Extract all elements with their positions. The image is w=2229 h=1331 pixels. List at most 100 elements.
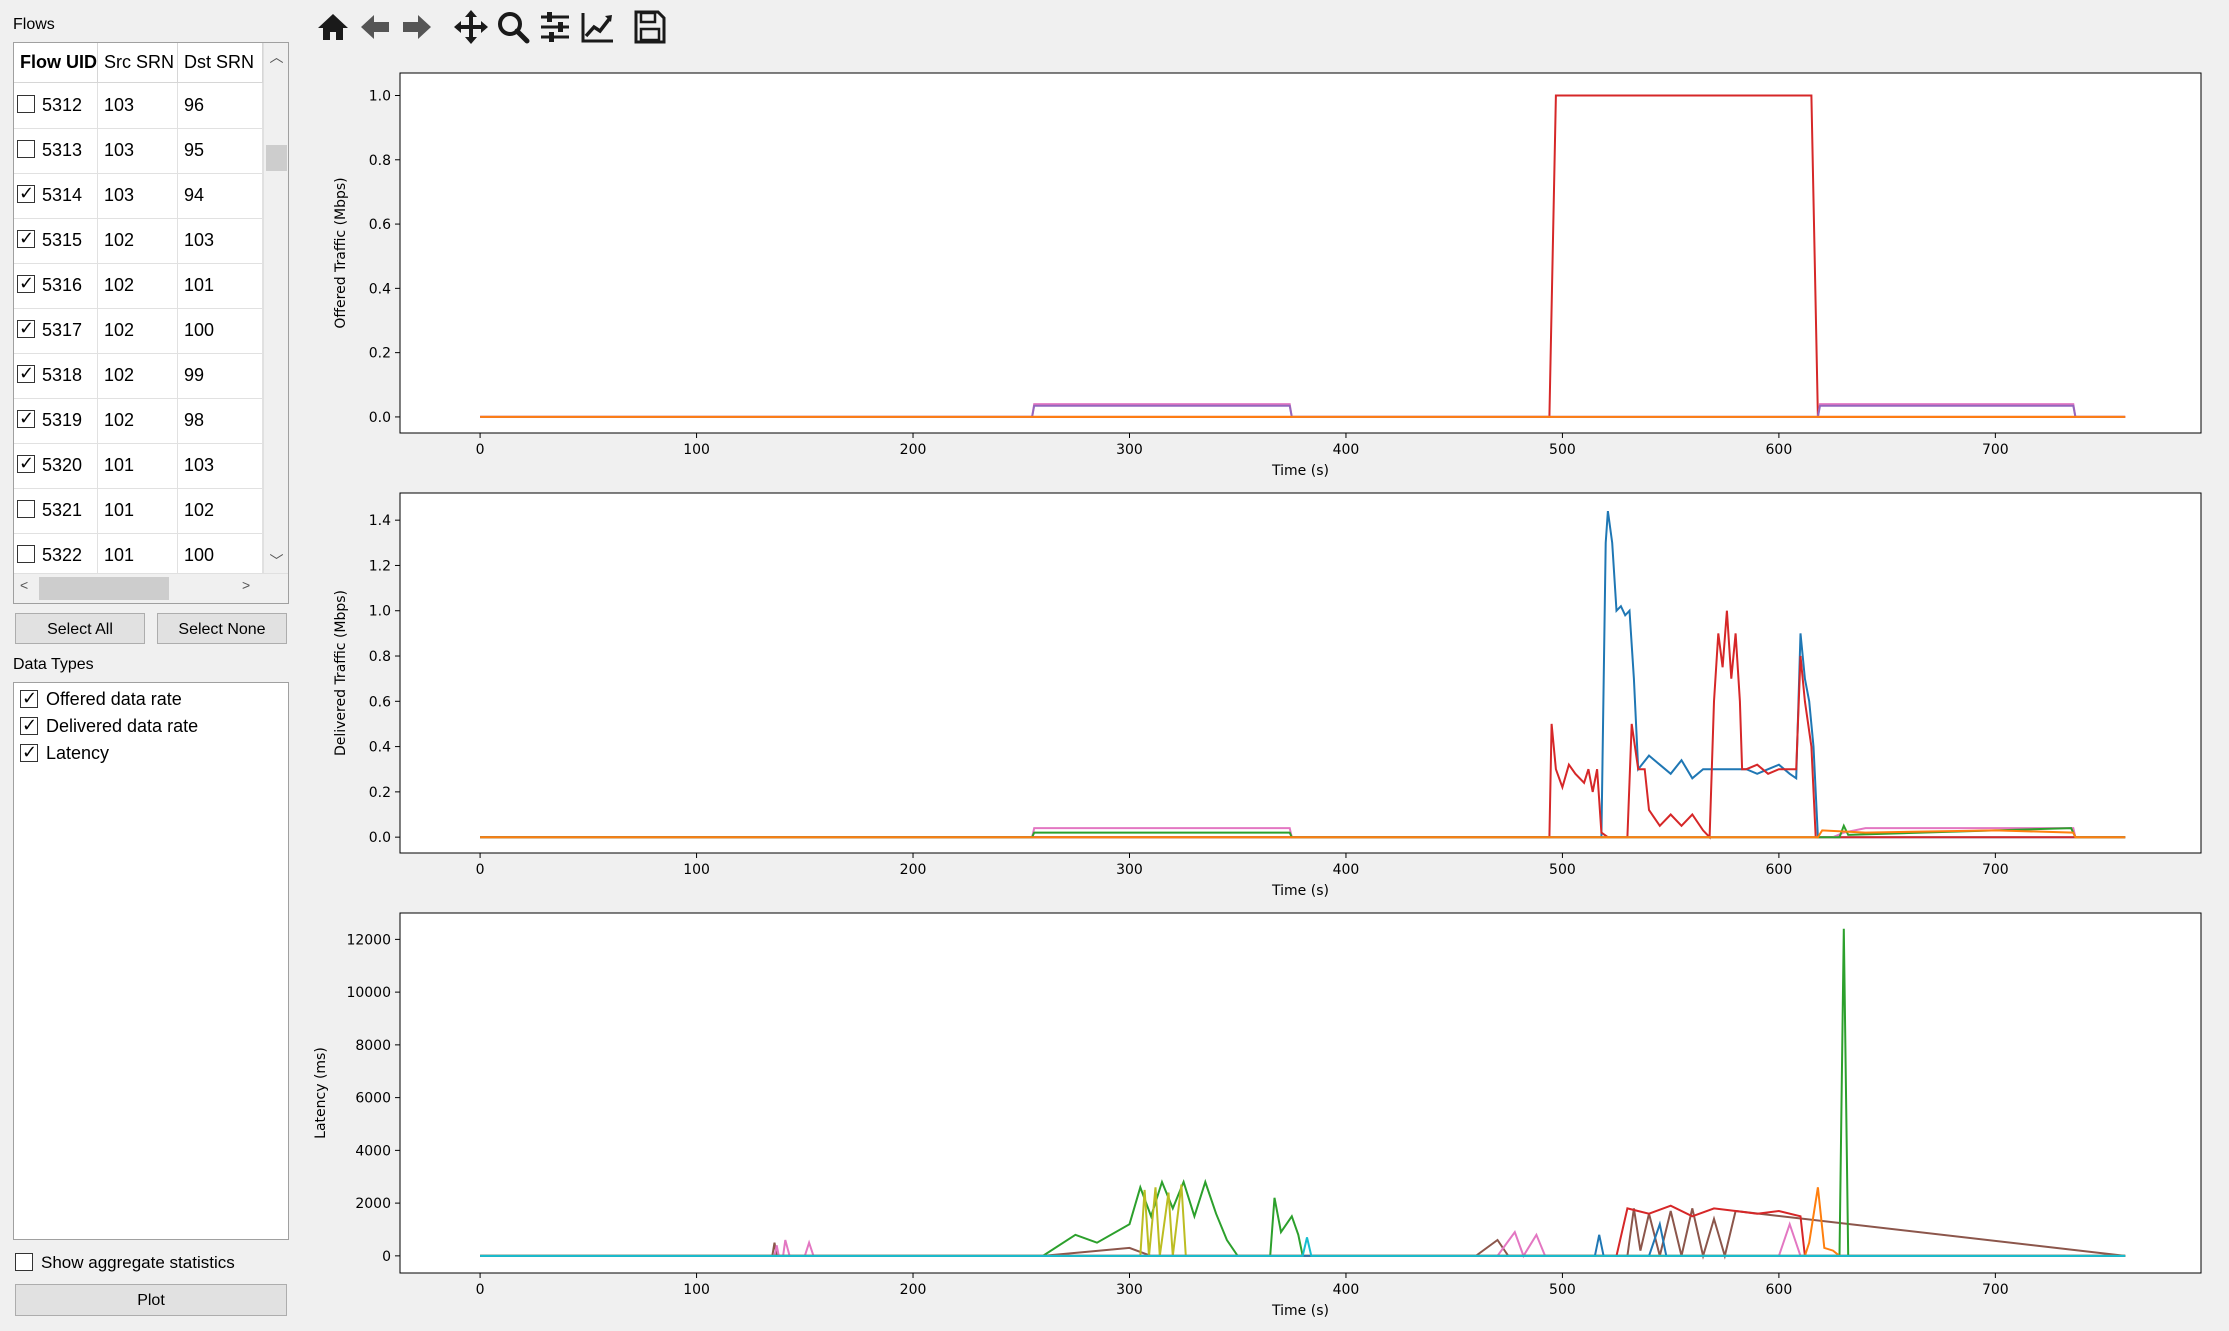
aggregate-stats-option[interactable]: Show aggregate statistics <box>15 1251 315 1275</box>
dst-srn-cell: 100 <box>178 308 263 353</box>
y-tick-label: 0.4 <box>369 740 391 756</box>
aggregate-checkbox[interactable] <box>15 1253 33 1271</box>
y-tick-label: 2000 <box>355 1196 391 1212</box>
scroll-up-icon[interactable]: ︿ <box>264 47 288 67</box>
plot-canvas[interactable]: 0 100 200 300 400 500 600 700 0.0 0.2 0.4 0.6 0.8 1.0… <box>313 50 2229 1326</box>
y-axis-label: Offered Traffic (Mbps) <box>333 177 349 328</box>
dst-srn-cell: 102 <box>178 488 263 533</box>
x-tick-label: 600 <box>1766 862 1793 878</box>
flow-uid: 5321 <box>42 500 83 520</box>
flows-table-header: Flow UID Src SRN Dst SRN <box>14 43 263 83</box>
save-icon[interactable] <box>629 5 669 49</box>
pan-icon[interactable] <box>451 5 491 49</box>
data-types-list: Offered data rate Delivered data rate La… <box>13 682 289 1240</box>
src-srn-cell: 102 <box>98 398 178 443</box>
flow-checkbox[interactable] <box>17 362 35 384</box>
x-tick-label: 0 <box>476 862 485 878</box>
select-none-button[interactable]: Select None <box>157 613 287 644</box>
flow-uid-cell: 5320 <box>14 443 98 488</box>
x-tick-label: 200 <box>900 1282 927 1298</box>
forward-arrow-icon[interactable] <box>397 5 437 49</box>
flow-uid-cell: 5318 <box>14 353 98 398</box>
flow-checkbox[interactable] <box>17 452 35 474</box>
table-row[interactable]: 5321 101 102 <box>14 488 263 534</box>
y-tick-label: 0.2 <box>369 785 391 801</box>
dst-srn-cell: 100 <box>178 533 263 578</box>
dst-srn-cell: 103 <box>178 443 263 488</box>
horizontal-scrollbar[interactable]: < > <box>14 573 288 603</box>
flow-uid-cell: 5312 <box>14 83 98 128</box>
flow-checkbox[interactable] <box>17 95 35 113</box>
column-header-dst-srn[interactable]: Dst SRN <box>178 43 263 82</box>
scroll-right-icon[interactable]: > <box>242 577 250 593</box>
src-srn-cell: 103 <box>98 128 178 173</box>
home-icon[interactable] <box>313 5 353 49</box>
dst-srn-cell: 101 <box>178 263 263 308</box>
src-srn-cell: 102 <box>98 353 178 398</box>
plot-button[interactable]: Plot <box>15 1284 287 1316</box>
axes-frame <box>399 912 2202 1274</box>
hscrollbar-thumb[interactable] <box>39 577 169 600</box>
flow-checkbox[interactable] <box>17 317 35 339</box>
y-tick-label: 0 <box>382 1249 391 1265</box>
y-tick-label: 4000 <box>355 1143 391 1159</box>
flow-uid: 5320 <box>42 455 83 475</box>
flow-checkbox[interactable] <box>17 407 35 429</box>
table-row[interactable]: 5315 102103 <box>14 218 263 264</box>
select-all-button[interactable]: Select All <box>15 613 145 644</box>
column-header-flow-uid[interactable]: Flow UID <box>14 43 98 82</box>
zoom-icon[interactable] <box>493 5 533 49</box>
flows-table[interactable]: Flow UID Src SRN Dst SRN 5312 103 96 5313 10… <box>13 42 289 604</box>
table-row[interactable]: 5314 10394 <box>14 173 263 219</box>
table-row[interactable]: 5312 103 96 <box>14 83 263 129</box>
table-row[interactable]: 5320 101103 <box>14 443 263 489</box>
y-tick-label: 0.8 <box>369 153 391 169</box>
dst-srn-cell: 95 <box>178 128 263 173</box>
flow-checkbox[interactable] <box>17 500 35 518</box>
table-row[interactable]: 5317 102100 <box>14 308 263 354</box>
table-row[interactable]: 5316 102101 <box>14 263 263 309</box>
edit-axes-icon[interactable] <box>577 5 617 49</box>
column-header-src-srn[interactable]: Src SRN <box>98 43 178 82</box>
figure-svg: 0 100 200 300 400 500 600 700 0.0 0.2 0.4 0.6 0.8 1.0… <box>313 72 2202 1319</box>
table-row[interactable]: 5319 10298 <box>14 398 263 444</box>
flow-uid-cell: 5321 <box>14 488 98 533</box>
table-row[interactable]: 5318 10299 <box>14 353 263 399</box>
scroll-left-icon[interactable]: < <box>20 577 28 593</box>
src-srn-cell: 102 <box>98 308 178 353</box>
x-tick-label: 300 <box>1116 442 1143 458</box>
back-arrow-icon[interactable] <box>355 5 395 49</box>
flow-checkbox[interactable] <box>17 227 35 249</box>
flow-checkbox[interactable] <box>17 182 35 204</box>
scroll-down-icon[interactable]: ﹀ <box>264 551 288 571</box>
offered-checkbox[interactable] <box>20 687 38 709</box>
flow-checkbox[interactable] <box>17 140 35 158</box>
delivered-checkbox[interactable] <box>20 714 38 736</box>
scrollbar-thumb[interactable] <box>266 145 287 171</box>
x-axis-label: Time (s) <box>1271 1303 1329 1319</box>
flow-checkbox[interactable] <box>17 272 35 294</box>
src-srn-cell: 103 <box>98 83 178 128</box>
table-row[interactable]: 5313 103 95 <box>14 128 263 174</box>
y-tick-label: 0.4 <box>369 281 391 297</box>
dst-srn-cell: 96 <box>178 83 263 128</box>
latency-checkbox[interactable] <box>20 741 38 763</box>
dst-srn-cell: 98 <box>178 398 263 443</box>
flow-checkbox[interactable] <box>17 545 35 563</box>
x-tick-label: 600 <box>1766 442 1793 458</box>
flow-uid: 5312 <box>42 95 83 115</box>
vertical-scrollbar[interactable]: ︿ ﹀ <box>263 43 288 573</box>
subplots-config-icon[interactable] <box>535 5 575 49</box>
src-srn-cell: 102 <box>98 263 178 308</box>
src-srn-cell: 101 <box>98 443 178 488</box>
data-type-label: Latency <box>46 743 110 763</box>
x-tick-label: 500 <box>1549 1282 1576 1298</box>
flow-uid: 5313 <box>42 140 83 160</box>
x-axis-label: Time (s) <box>1271 883 1329 899</box>
flow-uid-cell: 5314 <box>14 173 98 218</box>
x-tick-label: 100 <box>683 442 710 458</box>
x-tick-label: 300 <box>1116 1282 1143 1298</box>
y-tick-label: 0.2 <box>369 346 391 362</box>
x-tick-label: 100 <box>683 1282 710 1298</box>
flow-uid: 5322 <box>42 545 83 565</box>
